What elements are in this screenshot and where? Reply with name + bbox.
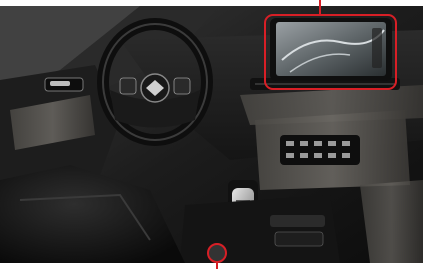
infotainment-screen [270,18,392,81]
interior-illustration [0,0,423,269]
center-console [180,195,340,263]
center-stack [255,110,410,190]
car-interior-photo [0,0,423,269]
